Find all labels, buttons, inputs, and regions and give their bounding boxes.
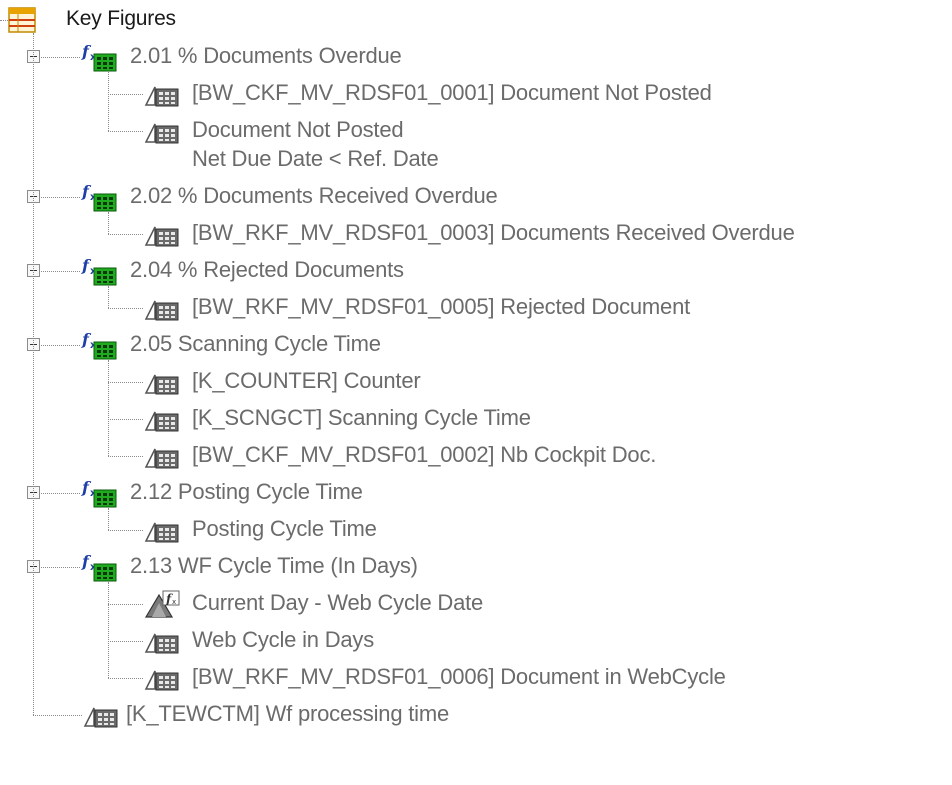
key-figure-icon [143, 116, 183, 151]
key-figure-icon [143, 441, 183, 476]
tree-connector-line [108, 678, 143, 679]
tree-connector-line [108, 604, 143, 605]
formula-variable-icon: fx [143, 589, 183, 624]
tree-item-label[interactable]: [BW_CKF_MV_RDSF01_0001] Document Not Pos… [192, 80, 712, 106]
key-figure-icon [143, 663, 183, 698]
tree-connector-line [108, 582, 109, 678]
formula-icon: fx [80, 330, 120, 365]
tree-group-label[interactable]: 2.05 Scanning Cycle Time [130, 331, 381, 357]
key-figure-icon [143, 219, 183, 254]
tree-connector-line [41, 493, 80, 494]
tree-item-label[interactable]: [K_COUNTER] Counter [192, 368, 421, 394]
tree-connector-line [108, 456, 143, 457]
tree-item-label[interactable]: [BW_RKF_MV_RDSF01_0005] Rejected Documen… [192, 294, 690, 320]
tree-item-label[interactable]: [BW_RKF_MV_RDSF01_0006] Document in WebC… [192, 664, 726, 690]
tree-item-label[interactable]: [BW_RKF_MV_RDSF01_0003] Documents Receiv… [192, 220, 795, 246]
tree-connector-line [108, 360, 109, 456]
tree-item-label[interactable]: Posting Cycle Time [192, 516, 377, 542]
tree-item-label[interactable]: Web Cycle in Days [192, 627, 374, 653]
tree-item-label-line2: Net Due Date < Ref. Date [192, 146, 439, 171]
tree-connector-line [33, 715, 82, 716]
tree-connector-line [41, 57, 80, 58]
tree-connector-line [108, 234, 143, 235]
tree-item-label[interactable]: Current Day - Web Cycle Date [192, 590, 483, 616]
tree-connector-line [108, 212, 109, 234]
key-figure-icon [143, 79, 183, 114]
tree-connector-line [108, 286, 109, 308]
tree-connector-line [108, 131, 143, 132]
table-icon [8, 7, 36, 38]
tree-group-label[interactable]: 2.01 % Documents Overdue [130, 43, 402, 69]
tree-group-label[interactable]: 2.04 % Rejected Documents [130, 257, 404, 283]
tree-item-label[interactable]: [BW_CKF_MV_RDSF01_0002] Nb Cockpit Doc. [192, 442, 656, 468]
tree-connector-line [108, 382, 143, 383]
formula-icon: fx [80, 478, 120, 513]
tree-connector-line [41, 345, 80, 346]
tree-connector-line [108, 508, 109, 530]
tree-connector-line [108, 94, 143, 95]
tree-item-label[interactable]: [K_TEWCTM] Wf processing time [126, 701, 449, 727]
formula-icon: fx [80, 552, 120, 587]
formula-icon: fx [80, 42, 120, 77]
tree-connector-line [33, 33, 34, 715]
key-figure-icon [143, 367, 183, 402]
key-figures-tree: Key Figures f x 2.01 % Documents Overdue [BW… [0, 0, 952, 785]
formula-icon: fx [80, 182, 120, 217]
formula-icon: fx [80, 256, 120, 291]
tree-connector-line [108, 419, 143, 420]
tree-item-label[interactable]: Document Not Posted [192, 117, 404, 143]
tree-connector-line [108, 72, 109, 131]
tree-root-label[interactable]: Key Figures [66, 6, 176, 32]
tree-group-label[interactable]: 2.12 Posting Cycle Time [130, 479, 363, 505]
svg-text:x: x [172, 598, 176, 606]
key-figure-icon [143, 293, 183, 328]
tree-item-label[interactable]: [K_SCNGCT] Scanning Cycle Time [192, 405, 531, 431]
tree-connector-line [41, 271, 80, 272]
tree-group-label[interactable]: 2.02 % Documents Received Overdue [130, 183, 498, 209]
key-figure-icon [143, 626, 183, 661]
key-figure-icon [143, 515, 183, 550]
tree-connector-line [108, 308, 143, 309]
key-figure-icon [82, 700, 122, 735]
tree-group-label[interactable]: 2.13 WF Cycle Time (In Days) [130, 553, 418, 579]
tree-connector-line [108, 530, 143, 531]
key-figure-icon [143, 404, 183, 439]
tree-connector-line [108, 641, 143, 642]
tree-connector-line [41, 567, 80, 568]
tree-connector-line [41, 197, 80, 198]
